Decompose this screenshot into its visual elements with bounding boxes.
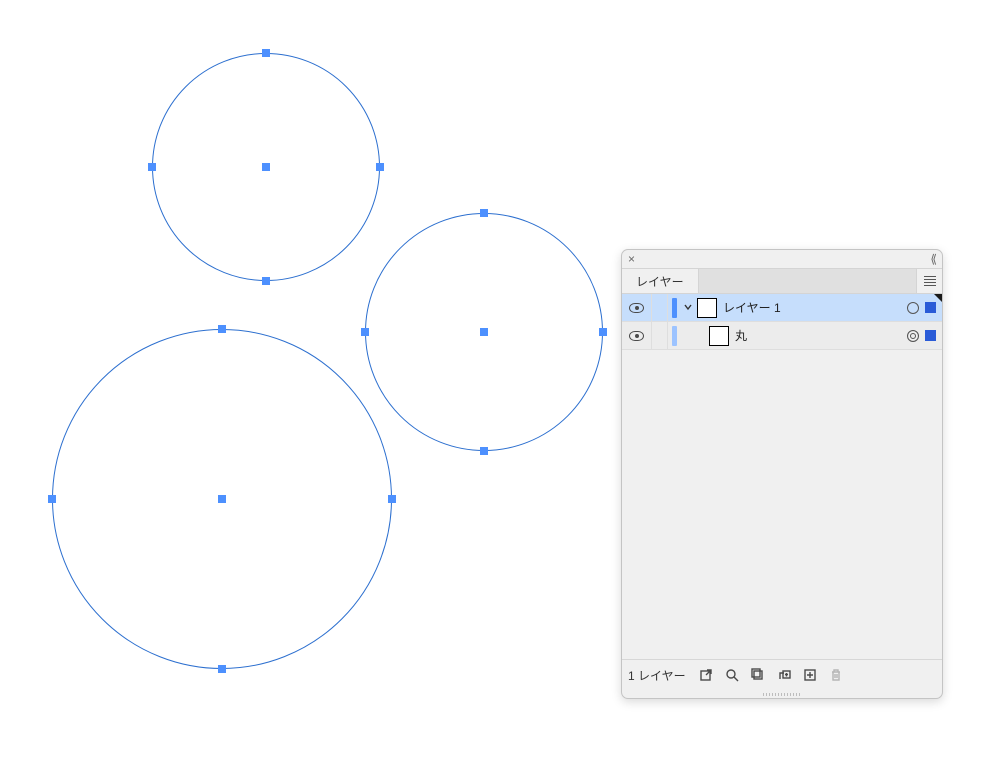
anchor-c1-bottom[interactable]	[262, 277, 270, 285]
visibility-toggle[interactable]	[622, 322, 652, 349]
anchor-c2-top[interactable]	[480, 209, 488, 217]
anchor-c2-right[interactable]	[599, 328, 607, 336]
selection-indicator[interactable]	[925, 330, 936, 341]
layer-name-label[interactable]: レイヤー 1	[723, 299, 781, 316]
anchor-c1-right[interactable]	[376, 163, 384, 171]
target-icon[interactable]	[907, 330, 919, 342]
tab-layers-label: レイヤー	[636, 273, 684, 290]
layer-thumbnail[interactable]	[697, 298, 717, 318]
layer-thumbnail[interactable]	[709, 326, 729, 346]
panel-resize-grip[interactable]	[622, 690, 942, 698]
selection-indicator[interactable]	[925, 302, 936, 313]
anchor-c1-top[interactable]	[262, 49, 270, 57]
anchor-c1-left[interactable]	[148, 163, 156, 171]
layer-list[interactable]: レイヤー 1 丸	[622, 294, 942, 660]
layers-panel[interactable]: × ⟪ レイヤー レイヤー 1	[621, 249, 943, 699]
collapse-icon[interactable]: ⟪	[930, 252, 936, 266]
lock-column[interactable]	[652, 294, 668, 321]
visibility-toggle[interactable]	[622, 294, 652, 321]
delete-icon[interactable]	[828, 667, 844, 683]
export-icon[interactable]	[698, 667, 714, 683]
layer-name-label[interactable]: 丸	[735, 327, 747, 344]
new-layer-icon[interactable]	[802, 667, 818, 683]
new-sublayer-icon[interactable]	[776, 667, 792, 683]
layer-row-maru[interactable]: 丸	[622, 322, 942, 350]
clipping-mask-icon[interactable]	[750, 667, 766, 683]
footer-status: 1 レイヤー	[628, 667, 686, 684]
panel-menu-icon[interactable]	[916, 269, 942, 293]
eye-icon	[629, 331, 644, 341]
tab-spacer	[699, 269, 916, 293]
eye-icon	[629, 303, 644, 313]
anchor-c2-bottom[interactable]	[480, 447, 488, 455]
lock-column[interactable]	[652, 322, 668, 349]
anchor-c3-right[interactable]	[388, 495, 396, 503]
panel-footer: 1 レイヤー	[622, 660, 942, 690]
layer-color-bar	[672, 298, 677, 318]
panel-titlebar[interactable]: × ⟪	[622, 250, 942, 268]
target-icon[interactable]	[907, 302, 919, 314]
layer-row-layer1[interactable]: レイヤー 1	[622, 294, 942, 322]
anchor-c3-bottom[interactable]	[218, 665, 226, 673]
layer-color-bar	[672, 326, 677, 346]
anchor-c3-top[interactable]	[218, 325, 226, 333]
anchor-c3-center[interactable]	[218, 495, 226, 503]
anchor-c2-center[interactable]	[480, 328, 488, 336]
tab-layers[interactable]: レイヤー	[622, 269, 699, 293]
anchor-c1-center[interactable]	[262, 163, 270, 171]
close-icon[interactable]: ×	[628, 253, 635, 265]
row-options-corner[interactable]	[934, 294, 942, 302]
disclosure-toggle[interactable]	[681, 301, 695, 315]
locate-icon[interactable]	[724, 667, 740, 683]
panel-tabstrip: レイヤー	[622, 268, 942, 294]
anchor-c3-left[interactable]	[48, 495, 56, 503]
anchor-c2-left[interactable]	[361, 328, 369, 336]
